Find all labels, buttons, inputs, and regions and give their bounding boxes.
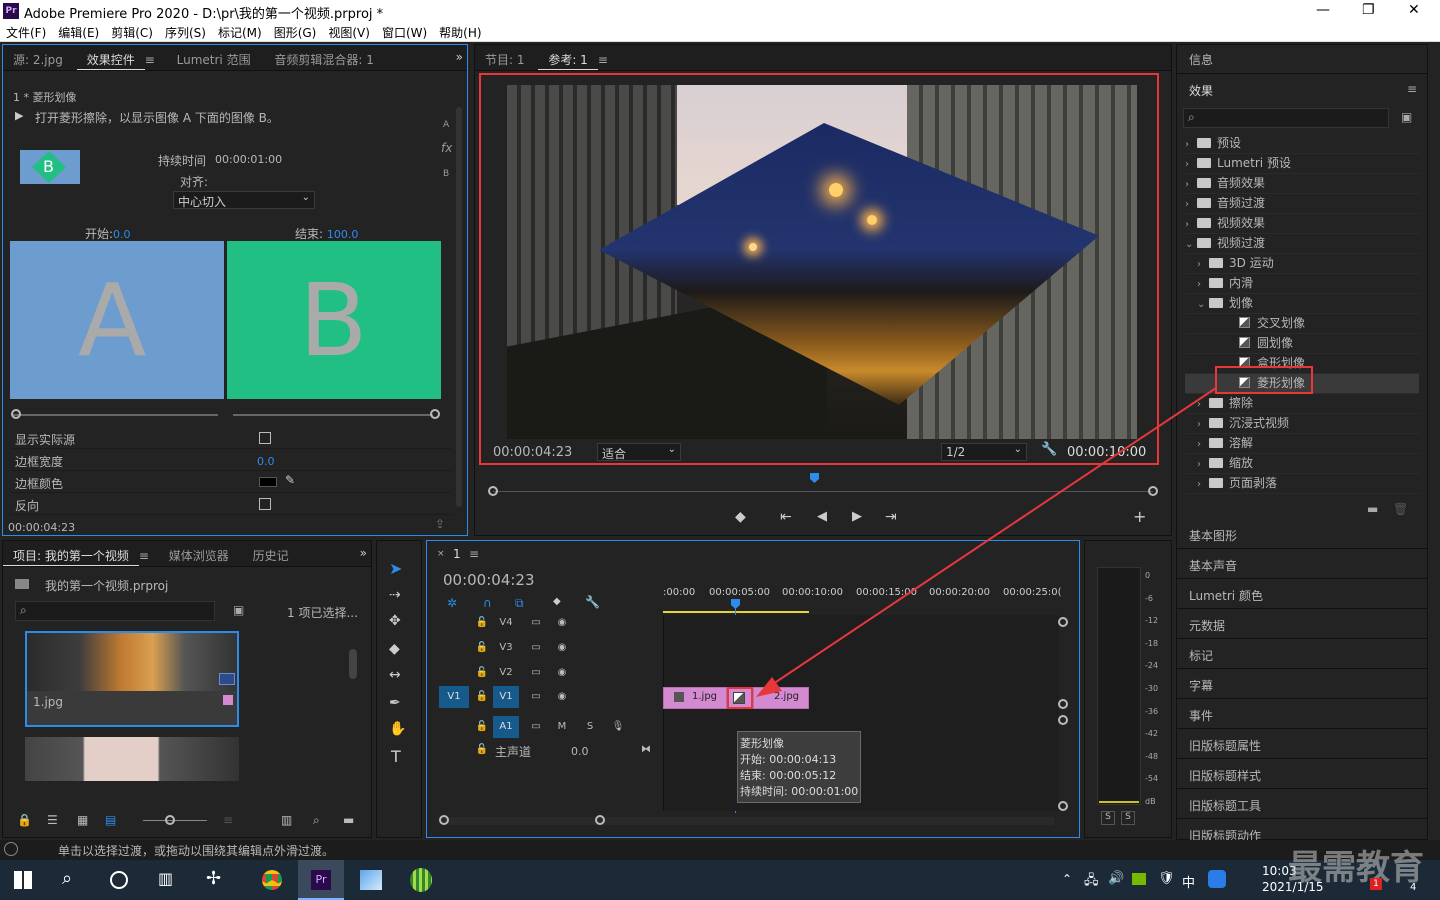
pinwheel-app-icon[interactable]: ✢ <box>206 868 221 889</box>
annotation-arrow <box>756 387 1217 697</box>
ime-indicator[interactable]: 中 <box>1182 872 1195 891</box>
status-icon <box>4 842 18 856</box>
search-icon[interactable]: ⌕ <box>62 868 72 889</box>
premiere-taskbar-icon[interactable]: Pr <box>298 860 344 900</box>
nvidia-icon[interactable] <box>1132 873 1146 885</box>
task-view-icon[interactable]: ▥ <box>158 869 173 888</box>
tray-chevron-up-icon[interactable]: ⌃ <box>1062 872 1072 886</box>
qq-icon[interactable] <box>1208 870 1226 888</box>
taskbar: ⌕ ▥ ✢ Pr ⌃ 🖧 🔊 🛡 中 10:03 2021/1/15 最需教育 … <box>0 848 1440 900</box>
watermark: 最需教育 <box>1288 848 1424 888</box>
status-text: 单击以选择过渡，或拖动以围绕其编辑点外滑过渡。 <box>58 844 335 858</box>
windows-start-icon[interactable] <box>14 871 32 889</box>
notification-badge[interactable]: 1 <box>1370 878 1382 890</box>
status-bar: 单击以选择过渡，或拖动以围绕其编辑点外滑过渡。 <box>0 840 1440 860</box>
action-center-badge[interactable]: 4 <box>1410 882 1416 893</box>
melon-app-icon[interactable] <box>410 868 432 892</box>
notes-app-icon[interactable] <box>360 870 382 890</box>
cortana-icon[interactable] <box>110 871 128 889</box>
network-icon[interactable]: 🖧 <box>1084 871 1099 893</box>
volume-icon[interactable]: 🔊 <box>1108 871 1124 886</box>
chrome-icon[interactable] <box>262 870 282 890</box>
security-icon[interactable]: 🛡 <box>1158 871 1175 886</box>
